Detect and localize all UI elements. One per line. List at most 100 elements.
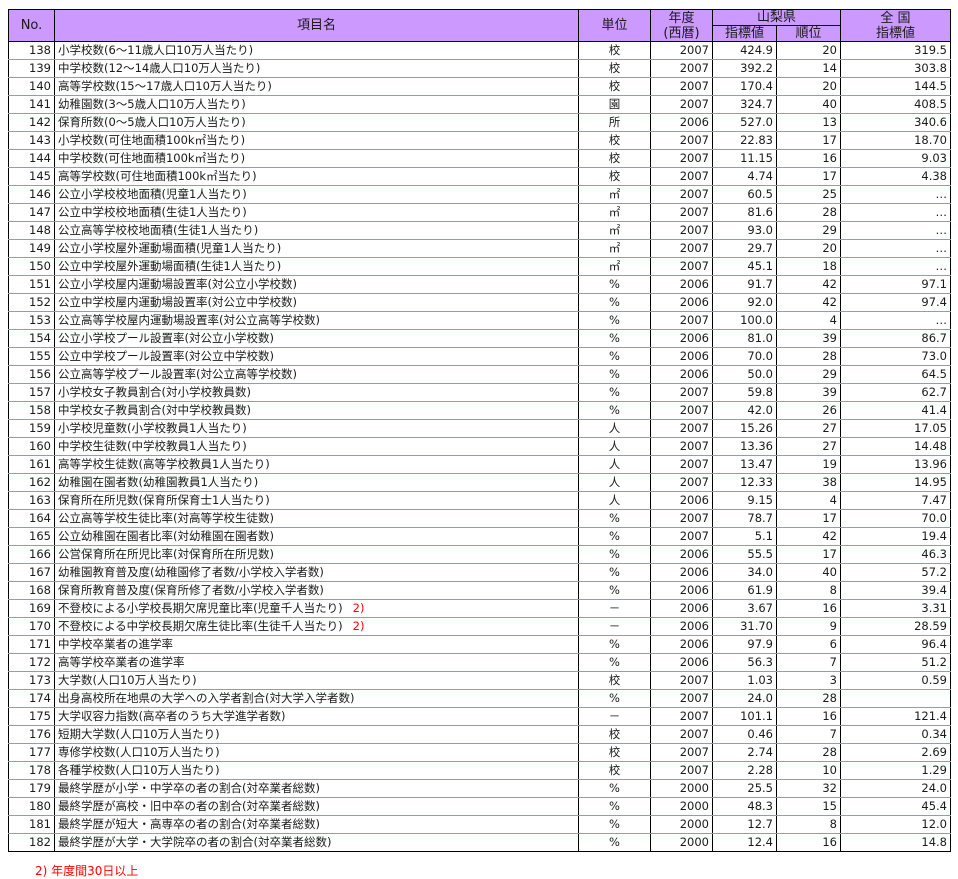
rank: 7	[776, 725, 841, 744]
unit: %	[578, 509, 651, 528]
table-row: 175 大学収容力指数(高卒者のうち大学進学者数) － 2007 101.1 16 121.…	[8, 707, 951, 726]
year: 2007	[650, 59, 713, 78]
item-name-text: 不登校による小学校長期欠席児童比率(児童千人当たり)	[58, 601, 343, 615]
national-value: 408.5	[840, 95, 951, 114]
row-number: 143	[8, 131, 55, 150]
unit: ㎡	[578, 185, 651, 204]
table-row: 170 不登校による中学校長期欠席生徒比率(生徒千人当たり) 2) － 2006 31.7…	[8, 617, 951, 636]
unit: %	[578, 653, 651, 672]
national-value: 121.4	[840, 707, 951, 726]
item-name-text: 小学校数(6～11歳人口10万人当たり)	[58, 43, 254, 57]
table-row: 146 公立小学校校地面積(児童1人当たり) ㎡ 2007 60.5 25…	[8, 185, 951, 204]
national-value: 303.8	[840, 59, 951, 78]
row-number: 168	[8, 581, 55, 600]
rank: 38	[776, 473, 841, 492]
row-number: 156	[8, 365, 55, 384]
statistics-table: No. 項目名 単位 年度 (西暦) 山梨県 全 国 指標値 指標値 順位 13…	[8, 9, 951, 852]
table-row: 177 専修学校数(人口10万人当たり) 校 2007 2.74 28 2.69	[8, 743, 951, 762]
item-name-text: 公立中学校屋内運動場設置率(対公立中学校数)	[58, 295, 297, 309]
item-name: 短期大学数(人口10万人当たり)	[54, 725, 579, 744]
rank: 28	[776, 743, 841, 762]
rank: 6	[776, 635, 841, 654]
unit: 校	[578, 761, 651, 780]
rank: 39	[776, 329, 841, 348]
table-row: 142 保育所数(0～5歳人口10万人当たり) 所 2006 527.0 13 340.6	[8, 113, 951, 132]
header-national: 全 国 指標値	[840, 9, 951, 42]
year: 2007	[650, 41, 713, 60]
item-name-text: 各種学校数(人口10万人当たり)	[58, 763, 220, 777]
item-name: 最終学歴が大学・大学院卒の者の割合(対卒業者総数)	[54, 833, 579, 852]
indicator-value: 70.0	[712, 347, 777, 366]
unit: %	[578, 779, 651, 798]
item-name-text: 中学校卒業者の進学率	[58, 637, 173, 651]
row-number: 155	[8, 347, 55, 366]
rank: 10	[776, 761, 841, 780]
table-row: 143 小学校数(可住地面積100k㎡当たり) 校 2007 22.83 17 18.70	[8, 131, 951, 150]
national-value: 13.96	[840, 455, 951, 474]
item-name: 公立高等学校プール設置率(対公立高等学校数)	[54, 365, 579, 384]
item-name-text: 短期大学数(人口10万人当たり)	[58, 727, 220, 741]
unit: 校	[578, 671, 651, 690]
year: 2006	[650, 545, 713, 564]
year: 2007	[650, 509, 713, 528]
table-row: 178 各種学校数(人口10万人当たり) 校 2007 2.28 10 1.29	[8, 761, 951, 780]
row-number: 174	[8, 689, 55, 708]
table-body: 138 小学校数(6～11歳人口10万人当たり) 校 2007 424.9 20 319.5…	[8, 41, 951, 852]
table-row: 140 高等学校数(15～17歳人口10万人当たり) 校 2007 170.4 20 144…	[8, 77, 951, 96]
unit: ㎡	[578, 203, 651, 222]
unit: 校	[578, 149, 651, 168]
rank: 4	[776, 491, 841, 510]
item-name-text: 公立小学校屋内運動場設置率(対公立小学校数)	[58, 277, 297, 291]
rank: 9	[776, 617, 841, 636]
unit: %	[578, 311, 651, 330]
unit: 人	[578, 455, 651, 474]
table-row: 161 高等学校生徒数(高等学校教員1人当たり) 人 2007 13.47 19 13.96	[8, 455, 951, 474]
item-name: 最終学歴が小学・中学卒の者の割合(対卒業者総数)	[54, 779, 579, 798]
item-name-text: 最終学歴が短大・高専卒の者の割合(対卒業者総数)	[58, 817, 320, 831]
national-value: 17.05	[840, 419, 951, 438]
item-name-text: 保育所数(0～5歳人口10万人当たり)	[58, 115, 246, 129]
header-year-top: 年度	[668, 10, 695, 26]
item-name: 幼稚園数(3～5歳人口10万人当たり)	[54, 95, 579, 114]
year: 2006	[650, 617, 713, 636]
year: 2006	[650, 599, 713, 618]
year: 2000	[650, 815, 713, 834]
indicator-value: 4.74	[712, 167, 777, 186]
item-name: 幼稚園在園者数(幼稚園教員1人当たり)	[54, 473, 579, 492]
national-value: 9.03	[840, 149, 951, 168]
item-name: 保育所数(0～5歳人口10万人当たり)	[54, 113, 579, 132]
rank: 20	[776, 239, 841, 258]
indicator-value: 12.33	[712, 473, 777, 492]
indicator-value: 24.0	[712, 689, 777, 708]
national-value: 18.70	[840, 131, 951, 150]
row-number: 150	[8, 257, 55, 276]
unit: %	[578, 383, 651, 402]
header-indicator: 指標値	[712, 25, 777, 42]
unit: ㎡	[578, 257, 651, 276]
year: 2007	[650, 77, 713, 96]
indicator-value: 25.5	[712, 779, 777, 798]
row-number: 144	[8, 149, 55, 168]
table-row: 167 幼稚園教育普及度(幼稚園修了者数/小学校入学者数)% 2006 34.0 40 5…	[8, 563, 951, 582]
item-name: 公立中学校屋内運動場設置率(対公立中学校数)	[54, 293, 579, 312]
row-number: 149	[8, 239, 55, 258]
indicator-value: 12.4	[712, 833, 777, 852]
national-value: 14.8	[840, 833, 951, 852]
table-row: 160 中学校生徒数(中学校教員1人当たり) 人 2007 13.36 27 14.48	[8, 437, 951, 456]
year: 2006	[650, 347, 713, 366]
indicator-value: 12.7	[712, 815, 777, 834]
row-number: 160	[8, 437, 55, 456]
indicator-value: 97.9	[712, 635, 777, 654]
header-year-bottom: (西暦)	[663, 25, 700, 41]
unit: 人	[578, 419, 651, 438]
unit: %	[578, 581, 651, 600]
indicator-value: 392.2	[712, 59, 777, 78]
item-name: 公立高等学校校地面積(生徒1人当たり)	[54, 221, 579, 240]
row-number: 167	[8, 563, 55, 582]
table-row: 139 中学校数(12～14歳人口10万人当たり) 校 2007 392.2 14 303.…	[8, 59, 951, 78]
year: 2007	[650, 689, 713, 708]
national-value: …	[840, 185, 951, 204]
row-number: 162	[8, 473, 55, 492]
year: 2007	[650, 401, 713, 420]
rank: 8	[776, 815, 841, 834]
